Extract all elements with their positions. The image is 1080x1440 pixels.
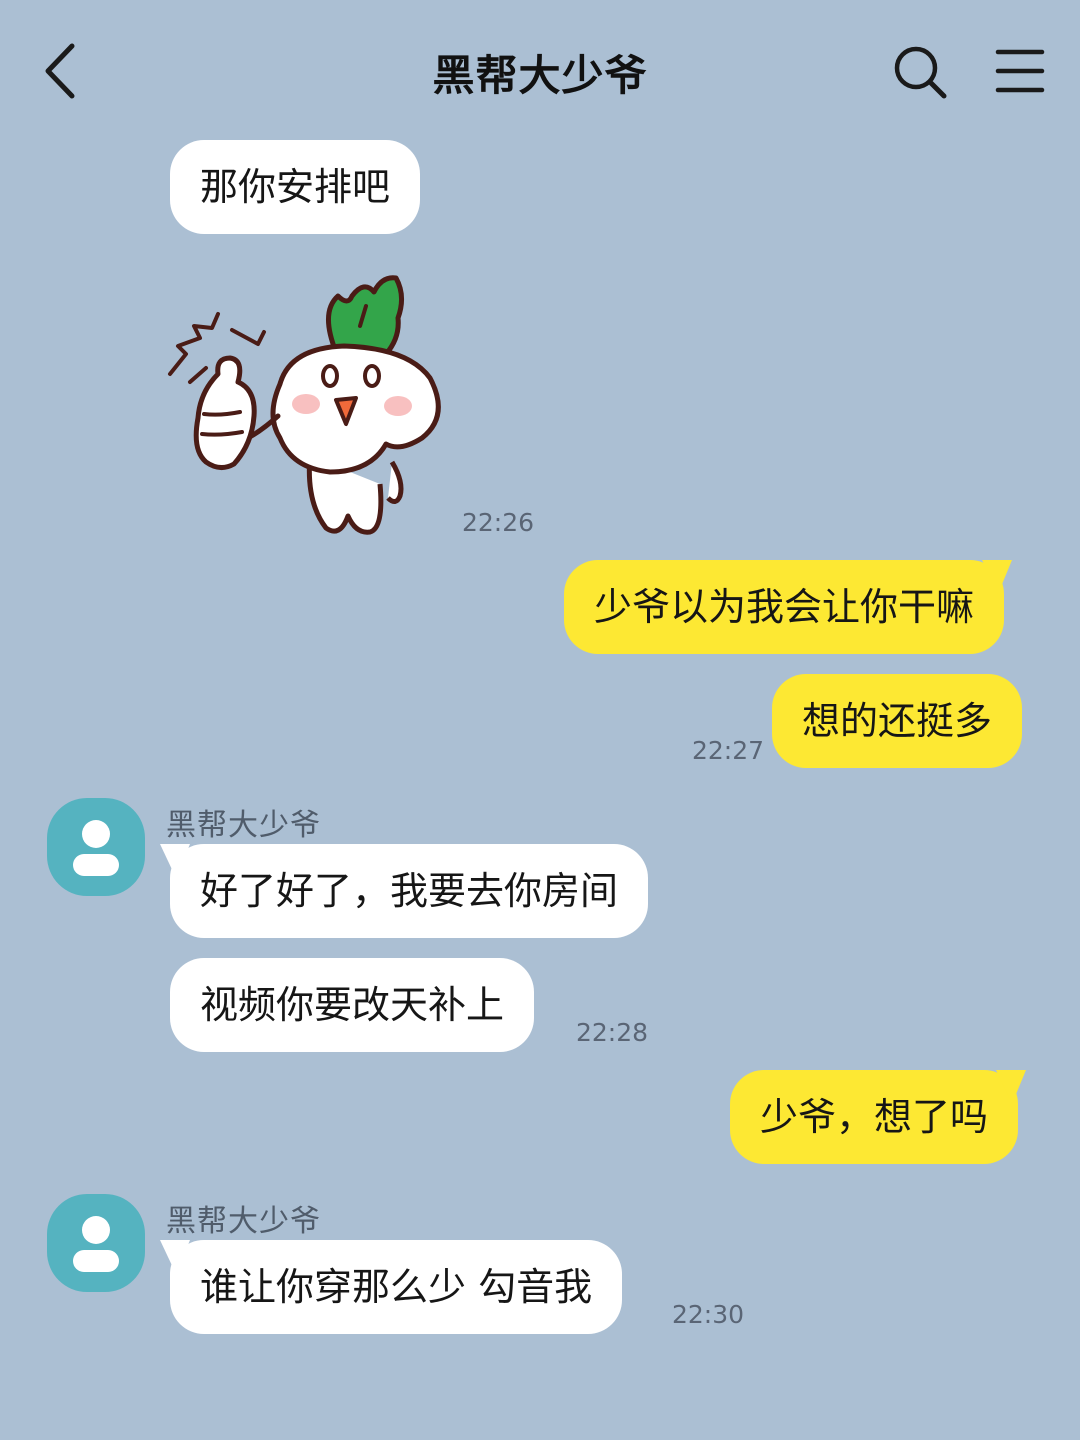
message-bubble-incoming[interactable]: 谁让你穿那么少 勾音我 (160, 1240, 623, 1334)
bubble-tail (982, 560, 1013, 594)
radish-sticker-image (168, 275, 441, 535)
radish-thumbs-up-sticker[interactable] (160, 266, 460, 556)
menu-icon (995, 49, 1045, 93)
message-bubble-outgoing[interactable]: 少爷，想了吗 (730, 1070, 1027, 1164)
menu-button[interactable] (990, 44, 1050, 98)
message-timestamp: 22:27 (692, 736, 765, 765)
message-timestamp: 22:28 (576, 1018, 649, 1047)
avatar[interactable] (47, 1194, 145, 1292)
message-bubble-outgoing[interactable]: 少爷以为我会让你干嘛 (564, 560, 1013, 654)
bubble-tail (996, 1070, 1027, 1104)
message-text: 好了好了，我要去你房间 (200, 869, 619, 913)
message-text: 少爷以为我会让你干嘛 (594, 585, 975, 629)
chat-header: 黑帮大少爷 (0, 0, 1080, 130)
message-text: 那你安排吧 (200, 165, 391, 209)
user-icon (73, 820, 119, 876)
message-bubble-outgoing[interactable]: 想的还挺多 (772, 674, 1023, 768)
message-bubble-incoming[interactable]: 视频你要改天补上 (170, 958, 535, 1052)
message-timestamp: 22:30 (672, 1300, 745, 1329)
message-text: 少爷，想了吗 (760, 1095, 989, 1139)
message-timestamp: 22:26 (462, 508, 535, 537)
sender-name: 黑帮大少爷 (166, 808, 321, 843)
message-bubble-incoming[interactable]: 那你安排吧 (170, 140, 421, 234)
sender-name: 黑帮大少爷 (166, 1204, 321, 1239)
bubble-tail (160, 844, 190, 878)
user-icon (73, 1216, 119, 1272)
message-text: 视频你要改天补上 (200, 983, 505, 1027)
search-button[interactable] (888, 40, 952, 104)
message-text: 谁让你穿那么少 勾音我 (200, 1265, 593, 1309)
message-text: 想的还挺多 (802, 699, 993, 743)
bubble-tail (160, 1240, 190, 1274)
avatar[interactable] (47, 798, 145, 896)
message-bubble-incoming[interactable]: 好了好了，我要去你房间 (160, 844, 649, 938)
search-icon (894, 46, 947, 99)
